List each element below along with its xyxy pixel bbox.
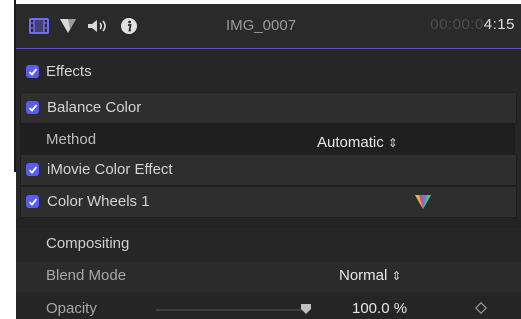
blend-mode-label: Blend Mode: [46, 267, 127, 284]
blend-mode-popup[interactable]: Normal ⇕: [339, 267, 401, 284]
compositing-section-label: Compositing: [46, 235, 130, 252]
opacity-unit: %: [393, 300, 408, 317]
imovie-color-label: iMovie Color Effect: [47, 161, 173, 178]
keyframe-icon[interactable]: [474, 301, 488, 315]
opacity-slider-track[interactable]: [156, 309, 306, 311]
section-separator: [16, 218, 521, 228]
stepper-icon: ⇕: [387, 136, 398, 150]
color-icon[interactable]: [58, 17, 78, 35]
opacity-value[interactable]: 100.0 %: [352, 300, 407, 317]
method-row: Method Automatic ⇕: [20, 124, 515, 154]
opacity-slider-thumb[interactable]: [300, 302, 312, 314]
color-wheels-icon[interactable]: [414, 193, 432, 211]
stepper-icon: ⇕: [391, 269, 402, 283]
blend-mode-row: Blend Mode Normal ⇕: [16, 262, 521, 292]
blend-mode-value: Normal: [339, 267, 388, 284]
clip-title: IMG_0007: [226, 17, 297, 34]
audio-icon[interactable]: [85, 17, 111, 35]
effect-imovie-color[interactable]: iMovie Color Effect: [20, 154, 517, 186]
timecode-value: 4:15: [483, 16, 515, 33]
compositing-section-header: Compositing: [16, 228, 521, 258]
effect-balance-color[interactable]: Balance Color: [20, 92, 517, 124]
opacity-label: Opacity: [46, 300, 97, 317]
timecode: 00:00:04:15: [430, 16, 515, 33]
opacity-number: 100.0: [352, 300, 390, 317]
inspector-header: IMG_0007 00:00:04:15: [16, 4, 521, 49]
effects-section-label: Effects: [46, 63, 92, 80]
balance-color-label: Balance Color: [47, 99, 142, 116]
imovie-color-checkbox[interactable]: [26, 163, 39, 176]
opacity-row: Opacity 100.0 %: [16, 294, 521, 319]
color-wheels-label: Color Wheels 1: [47, 193, 150, 210]
color-wheels-checkbox[interactable]: [26, 195, 39, 208]
timecode-leading: 00:00:0: [430, 16, 484, 33]
method-popup[interactable]: Automatic ⇕: [317, 134, 398, 151]
inspector-panel: IMG_0007 00:00:04:15 Effects Balance Col…: [16, 4, 521, 319]
info-icon[interactable]: [120, 17, 138, 35]
effects-section-header: Effects: [16, 58, 521, 88]
film-icon[interactable]: [28, 17, 50, 35]
effect-color-wheels[interactable]: Color Wheels 1: [20, 186, 517, 218]
method-label: Method: [46, 131, 97, 148]
method-value: Automatic: [317, 134, 384, 151]
balance-color-checkbox[interactable]: [26, 101, 39, 114]
effects-checkbox[interactable]: [26, 65, 39, 78]
